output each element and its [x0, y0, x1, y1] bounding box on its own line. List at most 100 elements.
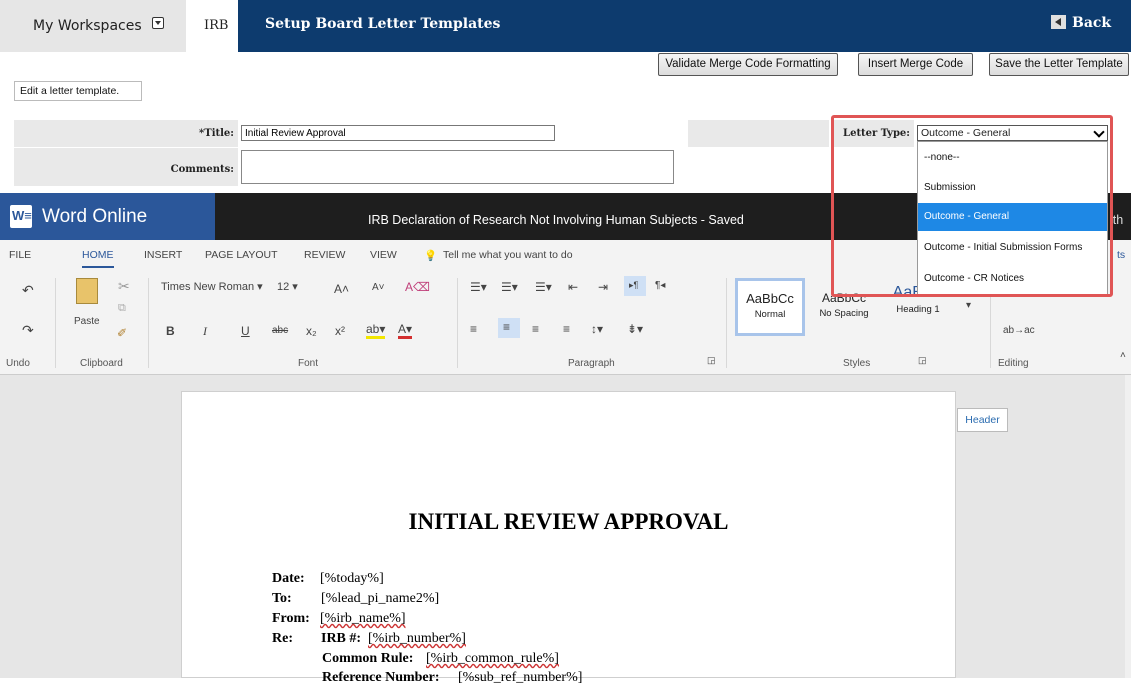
- group-divider: [55, 278, 56, 368]
- group-styles: Styles: [843, 358, 871, 369]
- irb-tab-label: IRB: [204, 18, 229, 33]
- font-size-value: 12: [277, 281, 290, 293]
- tab-view[interactable]: VIEW: [370, 249, 397, 261]
- back-button[interactable]: Back: [1051, 15, 1111, 31]
- highlight-icon[interactable]: ab▾: [366, 322, 386, 339]
- font-name-value: Times New Roman: [161, 281, 255, 293]
- group-divider: [457, 278, 458, 368]
- collapse-ribbon-icon[interactable]: ˄: [1120, 350, 1126, 361]
- redo-icon[interactable]: ↷: [22, 322, 34, 339]
- font-name-select[interactable]: Times New Roman ▾: [161, 280, 263, 293]
- replace-icon[interactable]: ab→ac: [1003, 325, 1035, 336]
- tab-review[interactable]: REVIEW: [304, 249, 345, 261]
- paste-label: Paste: [74, 316, 100, 327]
- page-title: Setup Board Letter Templates: [265, 16, 501, 32]
- annotation-highlight-box: [831, 115, 1113, 297]
- ltr-icon[interactable]: ▸¶: [624, 276, 646, 296]
- reference-number-value: [%sub_ref_number%]: [458, 670, 583, 685]
- from-value: [%irb_name%]: [320, 611, 406, 626]
- bullets-icon[interactable]: ☰▾: [470, 280, 487, 294]
- date-value: [%today%]: [320, 571, 384, 586]
- ribbon-right-link[interactable]: ts: [1117, 249, 1125, 261]
- italic-icon[interactable]: I: [203, 324, 207, 339]
- irb-tab[interactable]: IRB: [186, 0, 238, 52]
- save-letter-template-button[interactable]: Save the Letter Template: [989, 53, 1129, 76]
- workspaces-dropdown-icon[interactable]: [152, 17, 164, 29]
- underline-icon[interactable]: U: [241, 324, 250, 338]
- insert-merge-code-button[interactable]: Insert Merge Code: [858, 53, 973, 76]
- re-label: Re:: [272, 631, 293, 646]
- comments-textarea[interactable]: [241, 150, 674, 184]
- styles-more-icon[interactable]: ▾: [966, 300, 971, 311]
- to-label: To:: [272, 591, 292, 606]
- validate-merge-code-button[interactable]: Validate Merge Code Formatting: [658, 53, 838, 76]
- paste-icon[interactable]: [76, 278, 98, 304]
- paragraph-spacing-icon[interactable]: ⇟▾: [627, 322, 643, 336]
- from-label: From:: [272, 611, 310, 626]
- date-label: Date:: [272, 571, 305, 586]
- reference-number-label: Reference Number:: [322, 670, 440, 685]
- my-workspaces-label: My Workspaces: [33, 18, 142, 34]
- tab-page-layout[interactable]: PAGE LAYOUT: [205, 249, 278, 261]
- tab-insert[interactable]: INSERT: [144, 249, 182, 261]
- group-clipboard: Clipboard: [80, 358, 123, 369]
- font-size-select[interactable]: 12 ▾: [277, 280, 298, 293]
- align-center-icon[interactable]: ≡: [498, 318, 520, 338]
- style-normal[interactable]: AaBbCc Normal: [735, 278, 805, 336]
- bold-icon[interactable]: B: [166, 324, 175, 338]
- back-arrow-icon: [1051, 15, 1066, 29]
- increase-indent-icon[interactable]: ⇥: [598, 280, 608, 294]
- decrease-indent-icon[interactable]: ⇤: [568, 280, 578, 294]
- align-left-icon[interactable]: ≡: [470, 322, 477, 336]
- group-divider: [148, 278, 149, 368]
- strikethrough-icon[interactable]: abc: [272, 325, 288, 336]
- header-button[interactable]: Header: [957, 408, 1008, 432]
- group-editing: Editing: [998, 358, 1029, 369]
- title-input[interactable]: [241, 125, 555, 141]
- comments-label: Comments:: [170, 164, 234, 175]
- irb-number-label: IRB #:: [321, 631, 362, 646]
- align-right-icon[interactable]: ≡: [532, 322, 539, 336]
- style-no-spacing-name: No Spacing: [819, 308, 869, 319]
- copy-icon[interactable]: ⧉: [118, 302, 126, 315]
- undo-icon[interactable]: ↶: [22, 282, 34, 299]
- title-label: *Title:: [199, 128, 234, 139]
- tell-me-input[interactable]: Tell me what you want to do: [443, 249, 573, 261]
- style-normal-sample: AaBbCc: [746, 291, 794, 306]
- style-normal-name: Normal: [754, 309, 786, 320]
- subscript-icon[interactable]: x₂: [306, 324, 317, 338]
- shrink-font-icon[interactable]: A˅: [372, 282, 385, 293]
- word-logo-icon: W≡: [10, 205, 32, 228]
- group-font: Font: [298, 358, 319, 369]
- format-painter-icon[interactable]: ✐: [117, 326, 127, 340]
- justify-icon[interactable]: ≡: [563, 322, 570, 336]
- common-rule-label: Common Rule:: [322, 651, 414, 666]
- multilevel-list-icon[interactable]: ☰▾: [535, 280, 552, 294]
- group-divider: [726, 278, 727, 368]
- style-heading-1-name: Heading 1: [896, 304, 940, 315]
- lightbulb-icon: 💡: [424, 250, 438, 262]
- back-label: Back: [1072, 15, 1112, 31]
- document-title: IRB Declaration of Research Not Involvin…: [368, 213, 744, 227]
- rtl-icon[interactable]: ¶◂: [655, 280, 665, 291]
- group-undo: Undo: [6, 358, 30, 369]
- font-color-icon[interactable]: A▾: [398, 322, 413, 339]
- group-paragraph: Paragraph: [568, 358, 615, 369]
- instruction-text: Edit a letter template.: [14, 81, 142, 101]
- word-app-name: Word Online: [42, 206, 148, 227]
- irb-number-value: [%irb_number%]: [368, 631, 466, 646]
- to-value: [%lead_pi_name2%]: [321, 591, 440, 606]
- vertical-scrollbar[interactable]: [1125, 375, 1131, 678]
- styles-launcher-icon[interactable]: ◲: [918, 355, 927, 366]
- tab-home[interactable]: HOME: [82, 249, 114, 268]
- clear-format-icon[interactable]: A⌫: [405, 280, 430, 294]
- cut-icon[interactable]: ✂: [118, 278, 130, 295]
- numbering-icon[interactable]: ☰▾: [501, 280, 518, 294]
- tab-file[interactable]: FILE: [9, 249, 31, 261]
- title-band: Setup Board Letter Templates Back: [238, 0, 1131, 52]
- paragraph-launcher-icon[interactable]: ◲: [707, 355, 716, 366]
- superscript-icon[interactable]: x²: [335, 324, 345, 338]
- grow-font-icon[interactable]: A˄: [334, 282, 349, 296]
- common-rule-value: [%irb_common_rule%]: [426, 651, 559, 666]
- line-spacing-icon[interactable]: ↕▾: [591, 322, 603, 336]
